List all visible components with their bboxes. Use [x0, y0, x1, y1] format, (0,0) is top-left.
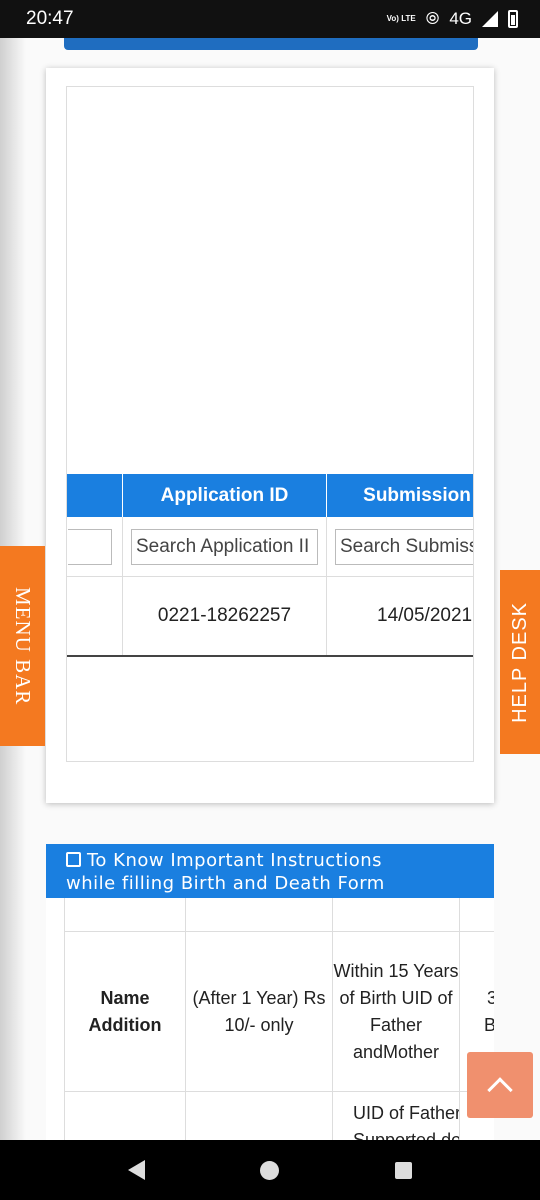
page-content: Application ID Submission D Search Appli…	[0, 38, 540, 1140]
table-cell	[185, 1092, 332, 1140]
navigation-bar	[0, 1140, 540, 1200]
instructions-table: Name Addition (After 1 Year) Rs 10/- onl…	[46, 898, 494, 1140]
cell-text: Supported doc	[353, 1130, 459, 1140]
status-bar: 20:47 Vo) LTE ⦾ 4G	[0, 0, 540, 38]
help-desk-label: HELP DESK	[508, 601, 531, 723]
filter-cell-application-id: Search Application II	[123, 517, 327, 576]
cell-text: 3	[487, 985, 494, 1012]
cell-text: UID of Father an	[353, 1103, 459, 1123]
column-header-application-id[interactable]: Application ID	[123, 474, 327, 517]
network-label: 4G	[449, 9, 472, 28]
help-desk-tab[interactable]: HELP DESK	[500, 570, 540, 754]
cell-fee: (After 1 Year) Rs 10/- only	[185, 932, 332, 1091]
cell-text: Bi	[484, 1012, 494, 1039]
instructions-header[interactable]: To Know Important Instructions while fil…	[46, 844, 494, 898]
applications-card: Application ID Submission D Search Appli…	[46, 68, 494, 803]
cell-application-id[interactable]: 0221-18262257	[123, 577, 327, 655]
cell-text: (After 1 Year) Rs 10/- only	[192, 987, 326, 1035]
table-cell	[185, 898, 332, 931]
table-cell	[64, 1092, 185, 1140]
cell-requirement: UID of Father an Supported doc	[332, 1092, 459, 1140]
table-row: Name Addition (After 1 Year) Rs 10/- onl…	[64, 932, 494, 1092]
filter-input-blank[interactable]	[68, 528, 112, 565]
cell-text: Within 15 Years of Birth UID of Father a…	[333, 960, 459, 1062]
wifi-calling-icon: ⦾	[425, 9, 440, 28]
grid-filter-row: Search Application II Search Submiss	[67, 517, 473, 577]
cell-blank	[67, 577, 123, 655]
menu-bar-tab[interactable]: MENU BAR	[0, 546, 45, 746]
chevron-up-icon	[487, 1077, 513, 1103]
search-submission-date-input[interactable]: Search Submiss	[335, 528, 473, 565]
instructions-title-line1: To Know Important Instructions	[87, 850, 383, 871]
status-icons: Vo) LTE ⦾ 4G	[387, 9, 518, 29]
note-icon	[66, 852, 81, 867]
cell-text: Name Addition	[88, 987, 162, 1035]
header-bar-bottom	[64, 38, 478, 50]
scroll-to-top-button[interactable]	[467, 1052, 533, 1118]
column-header-submission-date[interactable]: Submission D	[327, 474, 473, 517]
menu-bar-label: MENU BAR	[11, 586, 35, 706]
instructions-panel: To Know Important Instructions while fil…	[46, 844, 494, 1140]
volte-icon: Vo) LTE	[386, 14, 416, 23]
filter-cell-blank	[67, 517, 123, 576]
cell-name-addition: Name Addition	[64, 932, 185, 1091]
clock: 20:47	[26, 8, 74, 29]
battery-icon	[508, 10, 518, 28]
filter-cell-submission-date: Search Submiss	[327, 517, 473, 576]
recents-icon[interactable]	[395, 1161, 413, 1179]
instructions-title-line2: while filling Birth and Death Form	[66, 873, 385, 894]
table-row	[64, 898, 494, 932]
table-row: UID of Father an Supported doc	[64, 1092, 494, 1140]
home-icon[interactable]	[260, 1160, 280, 1180]
search-application-id-input[interactable]: Search Application II	[131, 528, 318, 565]
table-row[interactable]: 0221-18262257 14/05/2021	[67, 577, 473, 657]
applications-grid: Application ID Submission D Search Appli…	[67, 474, 473, 657]
cell-submission-date: 14/05/2021	[327, 577, 473, 655]
column-header-blank[interactable]	[67, 474, 123, 517]
table-cell	[64, 898, 185, 931]
table-cell	[459, 898, 494, 931]
cell-requirement: Within 15 Years of Birth UID of Father a…	[332, 932, 459, 1091]
signal-icon	[482, 11, 498, 27]
grid-header-row: Application ID Submission D	[67, 474, 473, 517]
applications-grid-container[interactable]: Application ID Submission D Search Appli…	[66, 86, 474, 762]
back-icon[interactable]	[127, 1160, 145, 1180]
table-cell	[332, 898, 459, 931]
